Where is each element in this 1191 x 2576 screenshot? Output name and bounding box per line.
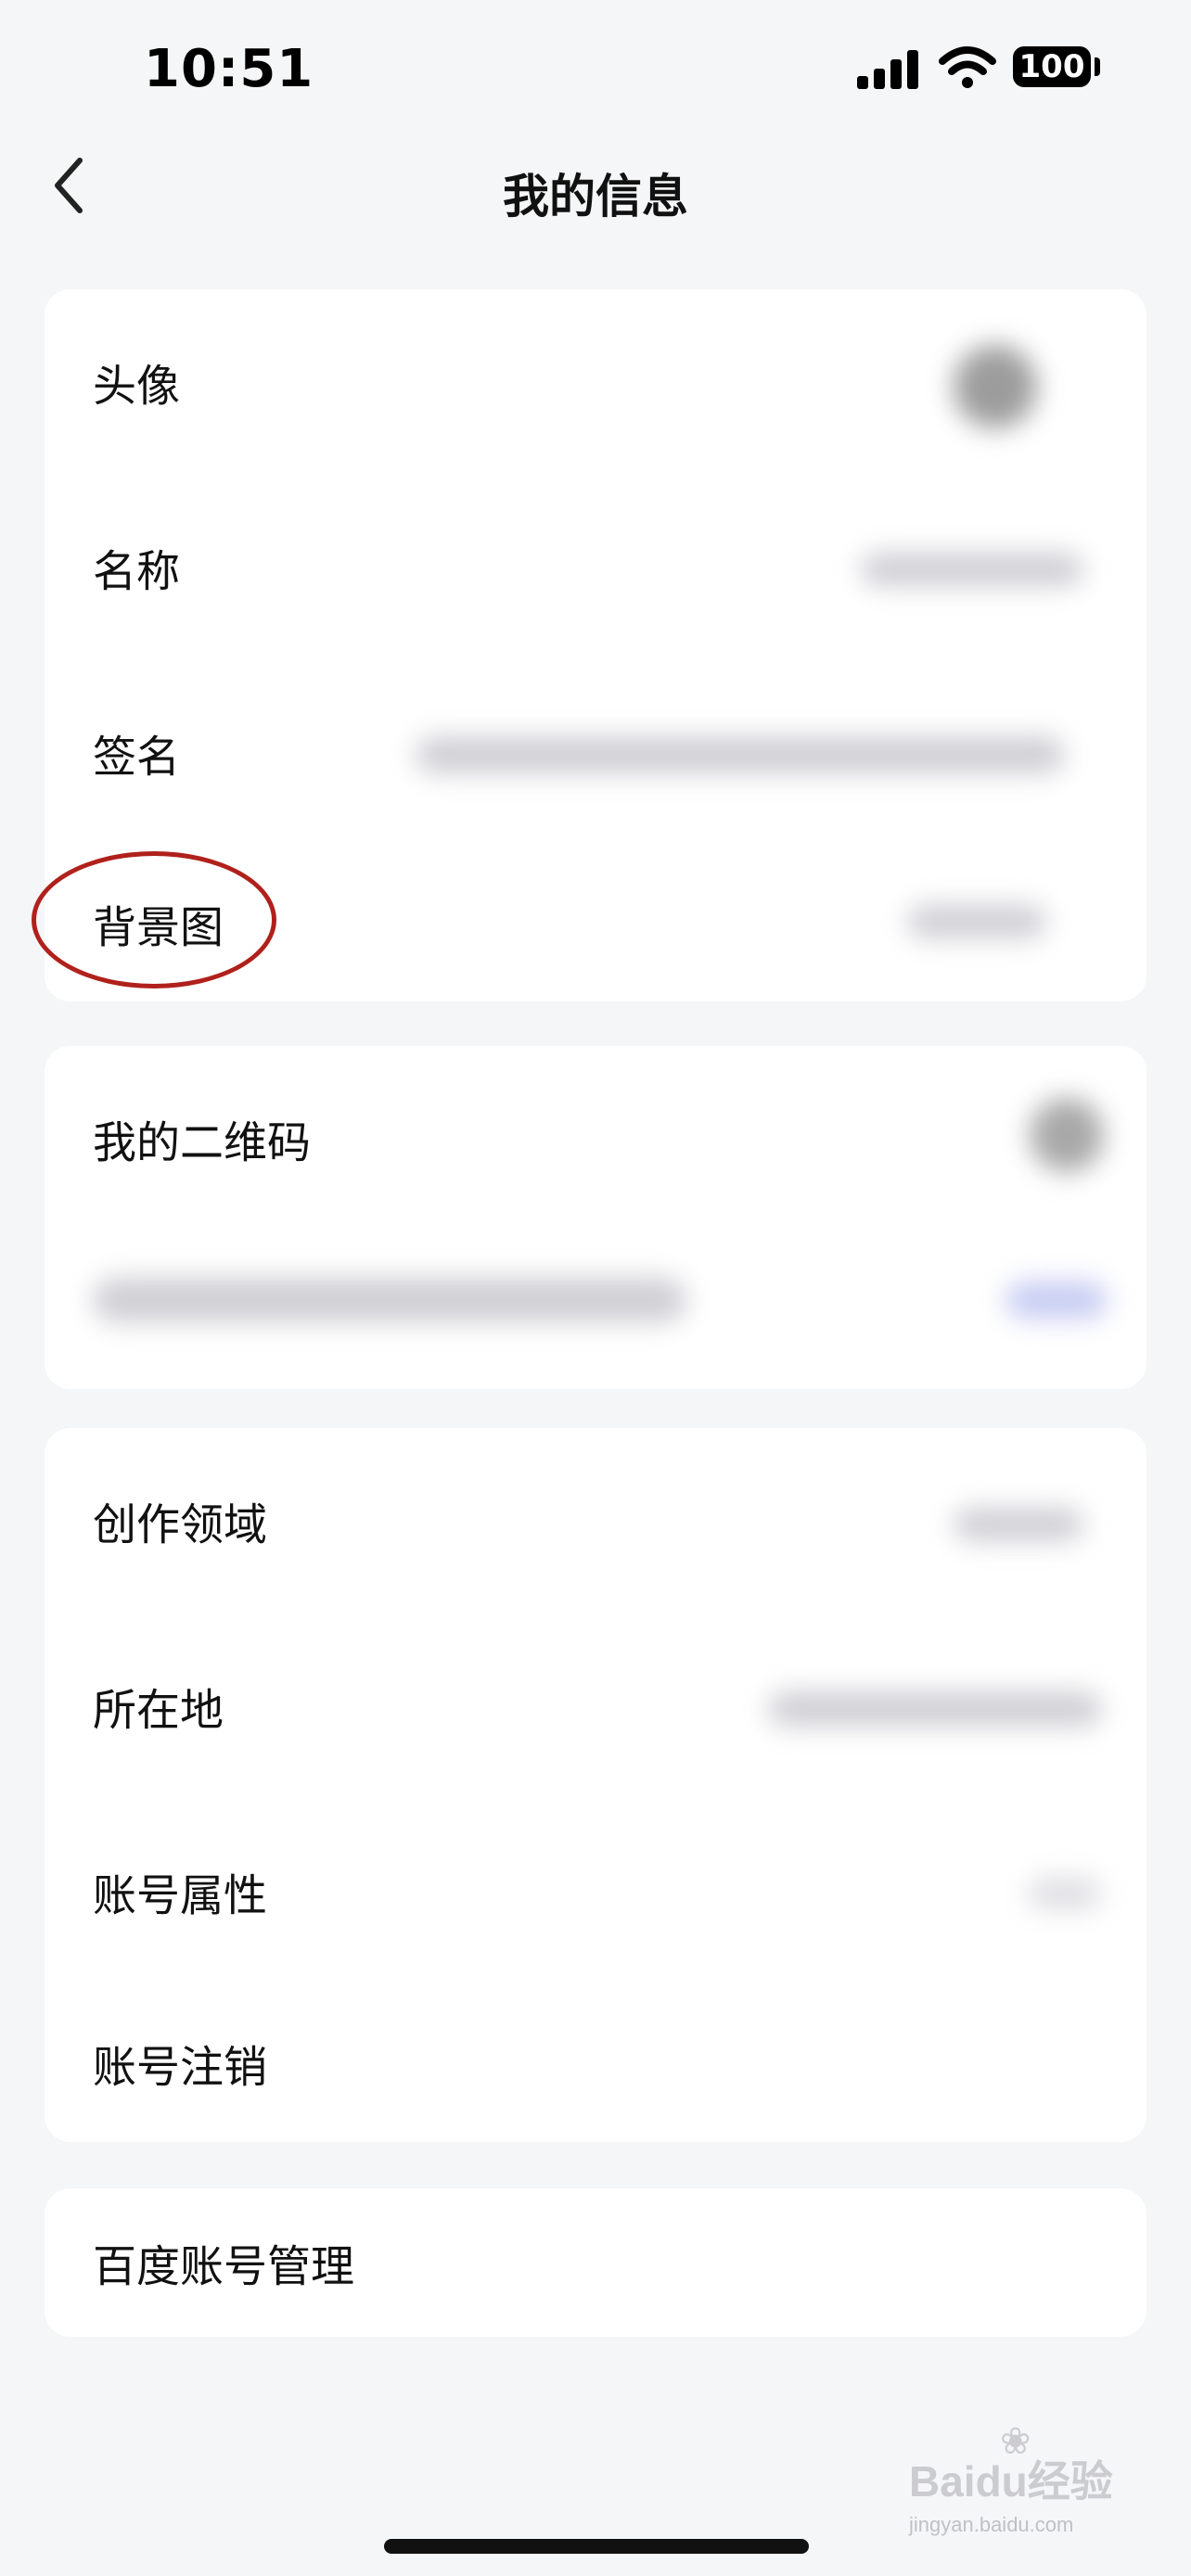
account-card: 百度账号管理 [45, 2188, 1146, 2337]
qr-code-thumbnail [1030, 1098, 1104, 1172]
row-label: 账号注销 [93, 2042, 267, 2094]
row-account-cancellation[interactable]: 账号注销 [45, 1984, 1146, 2142]
highlight-ellipse [32, 851, 276, 988]
baidu-jingyan-watermark: ❀ Baidu经验 jingyan.baidu.com [909, 2420, 1150, 2536]
qr-card: 我的二维码 [45, 1046, 1146, 1389]
location-value [768, 1691, 1102, 1727]
name-value [861, 553, 1083, 586]
row-signature[interactable]: 签名 [45, 660, 1146, 846]
page-title: 我的信息 [503, 170, 688, 223]
row-location[interactable]: 所在地 [45, 1613, 1146, 1799]
row-label: 签名 [93, 732, 180, 784]
blurred-text [93, 1278, 686, 1322]
row-blurred-info [45, 1231, 1146, 1389]
background-image-value [907, 905, 1046, 938]
status-bar: 10:51 100 [0, 0, 1191, 139]
row-avatar[interactable]: 头像 [45, 289, 1146, 475]
row-my-qr-code[interactable]: 我的二维码 [45, 1046, 1146, 1231]
home-indicator[interactable] [384, 2539, 809, 2554]
row-account-attributes[interactable]: 账号属性 [45, 1799, 1146, 1984]
signature-value [416, 736, 1065, 773]
wifi-icon [939, 46, 996, 88]
battery-tip [1095, 57, 1100, 76]
watermark-text: Baidu经验 [909, 2457, 1113, 2506]
row-creative-field[interactable]: 创作领域 [45, 1428, 1146, 1613]
row-label: 名称 [93, 546, 180, 598]
blurred-action[interactable] [1005, 1282, 1108, 1319]
watermark-url: jingyan.baidu.com [909, 2513, 1074, 2536]
account-attributes-value [1028, 1877, 1102, 1910]
row-label: 所在地 [93, 1685, 224, 1737]
info-card: 创作领域 所在地 账号属性 账号注销 [45, 1428, 1146, 2142]
avatar [954, 345, 1037, 428]
cellular-signal-icon [857, 48, 920, 89]
row-name[interactable]: 名称 [45, 475, 1146, 660]
row-label: 账号属性 [93, 1870, 267, 1922]
row-label: 百度账号管理 [93, 2241, 354, 2293]
creative-field-value [954, 1508, 1083, 1541]
status-time: 10:51 [144, 39, 314, 99]
battery-icon: 100 [1013, 46, 1091, 87]
row-baidu-account-management[interactable]: 百度账号管理 [45, 2188, 1146, 2337]
row-label: 创作领域 [93, 1499, 267, 1551]
row-label: 我的二维码 [93, 1117, 311, 1169]
row-label: 头像 [93, 361, 180, 413]
